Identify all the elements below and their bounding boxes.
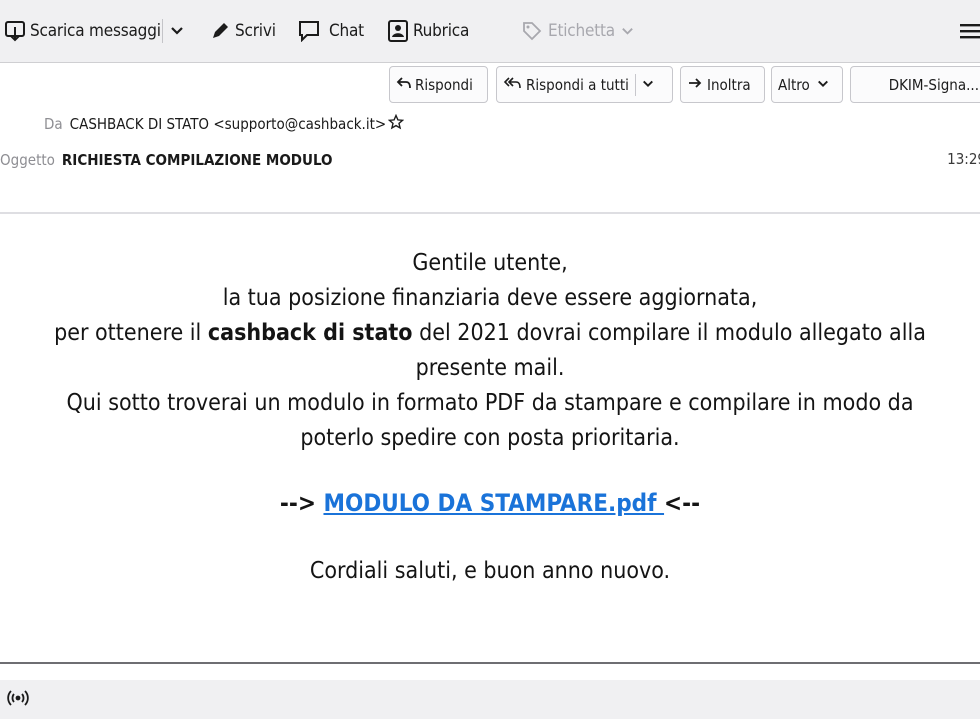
chevron-down-icon (170, 24, 184, 38)
forward-label: Inoltra (707, 75, 751, 94)
forward-arrow-icon (687, 76, 703, 94)
download-tray-icon (4, 20, 26, 42)
more-label: Altro (778, 75, 810, 94)
body-line-3: Qui sotto troverai un modulo in formato … (66, 390, 914, 451)
body-line-2-pre: per ottenere il (54, 320, 208, 346)
body-line-1: la tua posizione finanziaria deve essere… (222, 285, 758, 311)
from-row: Da CASHBACK DI STATO <supporto@cashback.… (44, 113, 405, 134)
reply-arrow-icon (396, 75, 412, 95)
reply-all-arrow-icon (503, 75, 523, 95)
tag-label: Etichetta (548, 21, 615, 41)
chat-button[interactable]: Chat (297, 14, 364, 48)
address-book-label: Rubrica (413, 21, 470, 41)
closing-text: Cordiali saluti, e buon anno nuovo. (309, 558, 671, 584)
get-messages-button[interactable]: Scarica messaggi (4, 14, 161, 48)
header-divider (0, 212, 980, 214)
dkim-label: DKIM-Signa... (888, 75, 979, 94)
chevron-down-icon[interactable] (642, 76, 654, 94)
message-body: Gentile utente, la tua posizione finanzi… (0, 246, 980, 589)
reply-label: Rispondi (415, 75, 473, 94)
chevron-down-icon (817, 76, 829, 94)
address-book-icon (387, 20, 409, 42)
button-divider (634, 73, 636, 96)
cashback-emphasis: cashback di stato (207, 320, 413, 346)
subject-label: Oggetto (0, 151, 55, 169)
attachment-link-line: --> MODULO DA STAMPARE.pdf <-- (0, 486, 980, 522)
reply-button[interactable]: Rispondi (389, 66, 488, 103)
tag-button[interactable]: Etichetta (522, 14, 634, 48)
address-book-button[interactable]: Rubrica (387, 14, 469, 48)
get-messages-dropdown[interactable] (170, 14, 184, 48)
pdf-download-link[interactable]: MODULO DA STAMPARE.pdf (323, 489, 664, 517)
pencil-icon (210, 21, 230, 41)
write-button[interactable]: Scrivi (210, 14, 276, 48)
write-label: Scrivi (235, 21, 276, 41)
chat-bubble-icon (297, 20, 321, 42)
get-messages-label: Scarica messaggi (30, 21, 161, 41)
body-bottom-divider (0, 662, 980, 664)
subject-row: Oggetto RICHIESTA COMPILAZIONE MODULO (0, 150, 333, 170)
arrow-left-text: --> (279, 489, 324, 517)
star-icon[interactable] (387, 113, 405, 134)
sender-address[interactable]: CASHBACK DI STATO <supporto@cashback.it> (70, 115, 387, 133)
online-status-icon[interactable] (6, 688, 30, 712)
forward-button[interactable]: Inoltra (680, 66, 765, 103)
body-line-2-post: del 2021 dovrai compilare il modulo alle… (412, 320, 926, 381)
toolbar-divider (162, 19, 163, 43)
app-menu-button[interactable] (958, 14, 980, 48)
dkim-signature-button[interactable]: DKIM-Signa... (850, 66, 980, 103)
main-toolbar: Scarica messaggi Scrivi Chat Rubrica Eti… (0, 0, 980, 63)
arrow-right-text: <-- (664, 489, 701, 517)
status-bar (0, 680, 980, 719)
more-button[interactable]: Altro (771, 66, 843, 103)
chat-label: Chat (329, 21, 364, 41)
body-line-2: per ottenere il cashback di stato del 20… (0, 316, 980, 386)
reply-all-label: Rispondi a tutti (526, 75, 629, 94)
greeting-text: Gentile utente, (412, 250, 568, 276)
chevron-down-icon (621, 25, 634, 38)
tag-icon (522, 21, 542, 41)
subject-value: RICHIESTA COMPILAZIONE MODULO (61, 151, 333, 169)
hamburger-menu-icon (958, 21, 980, 41)
from-label: Da (44, 115, 63, 133)
message-time: 13:29 (947, 150, 980, 168)
reply-all-button[interactable]: Rispondi a tutti (496, 66, 673, 103)
